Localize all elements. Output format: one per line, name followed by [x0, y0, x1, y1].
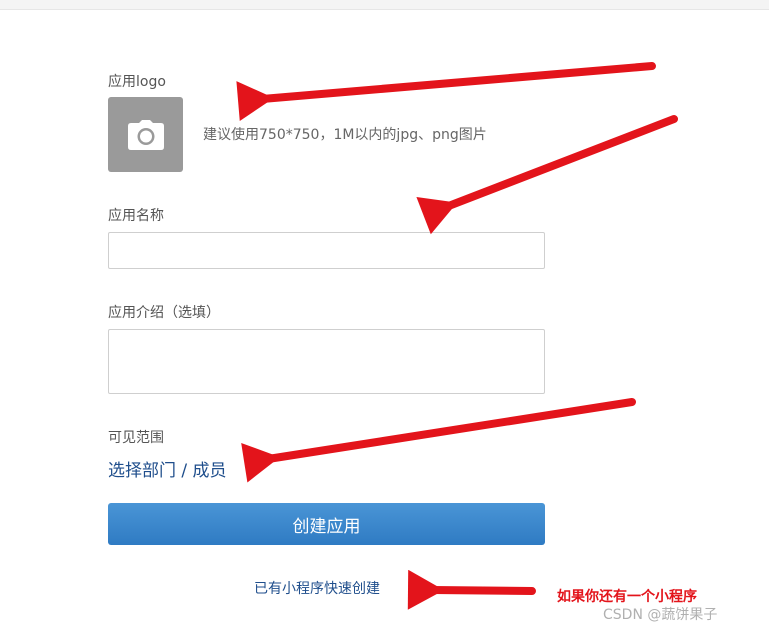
quick-create-mini-program-link[interactable]: 已有小程序快速创建 — [254, 578, 380, 598]
logo-upload-button[interactable] — [108, 97, 183, 172]
intro-label: 应用介绍（选填） — [108, 305, 220, 321]
watermark: CSDN @蔬饼果子 — [603, 607, 718, 623]
camera-icon — [127, 119, 164, 150]
arrow-to-scope — [241, 398, 636, 483]
arrow-to-logo — [236, 62, 656, 121]
top-strip — [0, 0, 769, 10]
logo-hint: 建议使用750*750，1M以内的jpg、png图片 — [203, 127, 487, 143]
logo-label: 应用logo — [108, 74, 166, 90]
create-app-button[interactable]: 创建应用 — [108, 503, 545, 545]
name-label: 应用名称 — [108, 208, 164, 224]
annotation-note: 如果你还有一个小程序 — [557, 589, 697, 605]
arrow-to-quick-create — [407, 569, 536, 610]
select-department-member-link[interactable]: 选择部门 / 成员 — [108, 456, 227, 481]
app-intro-textarea[interactable] — [108, 329, 545, 394]
scope-label: 可见范围 — [108, 430, 164, 446]
app-name-input[interactable] — [108, 232, 545, 269]
